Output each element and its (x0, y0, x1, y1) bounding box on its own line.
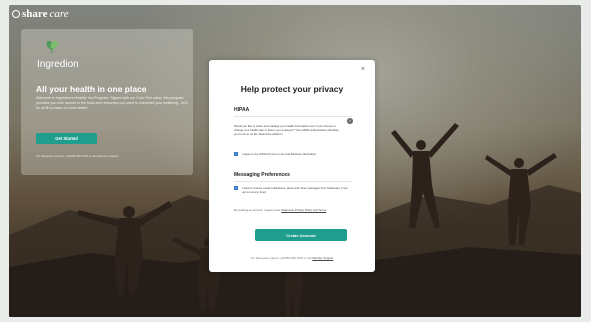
consent-prefix: By creating an account, I agree to the (234, 208, 282, 212)
card-support-text: For Sharecare support, call 855-558-7515… (36, 154, 119, 158)
info-icon[interactable]: i (347, 118, 353, 124)
ingredion-brand: Ingredion (37, 39, 79, 70)
messaging-checkbox-label[interactable]: I want to receive email notifications, a… (242, 186, 348, 194)
support-prefix: For Sharecare support, call 855-558-7515… (250, 256, 313, 260)
checkmark-icon: ✓ (234, 186, 238, 190)
member-support-link[interactable]: Member Support (312, 256, 333, 260)
hipaa-checkbox[interactable]: ✓ (234, 152, 238, 156)
sharecare-logo-icon (12, 10, 20, 18)
modal-support-text: For Sharecare support, call 855-558-7515… (209, 256, 375, 260)
modal-title: Help protect your privacy (240, 84, 344, 94)
brand-name: Ingredion (37, 59, 79, 70)
get-started-button[interactable]: Get Started (36, 133, 97, 144)
consent-text: By creating an account, I agree to the S… (234, 208, 354, 212)
sharecare-logo[interactable]: share care (12, 8, 69, 20)
logo-text-care: care (49, 8, 69, 20)
divider (234, 116, 352, 117)
create-account-button[interactable]: Create Account (255, 229, 347, 241)
ingredion-leaf-icon (46, 40, 58, 53)
divider (234, 181, 352, 182)
promo-card: Ingredion All your health in one place W… (21, 29, 193, 175)
logo-text-share: share (22, 8, 48, 20)
privacy-policy-link[interactable]: Sharecare Privacy Policy and Terms (281, 208, 326, 212)
card-title: All your health in one place (36, 84, 147, 94)
close-icon[interactable]: × (361, 66, 365, 73)
messaging-heading: Messaging Preferences (234, 172, 290, 178)
hipaa-text: Would you like to share and manage your … (234, 124, 339, 137)
checkmark-icon: ✓ (234, 152, 238, 156)
messaging-checkbox[interactable]: ✓ (234, 186, 238, 190)
consent-suffix: . (326, 208, 327, 212)
privacy-modal: × Help protect your privacy HIPAA i Woul… (209, 60, 375, 272)
hipaa-checkbox-label[interactable]: I agree to the HIPAA Terms to Use and Di… (242, 152, 350, 156)
hipaa-heading: HIPAA (234, 107, 250, 113)
card-description: Welcome to Ingredion's Healthy You Progr… (36, 96, 188, 110)
